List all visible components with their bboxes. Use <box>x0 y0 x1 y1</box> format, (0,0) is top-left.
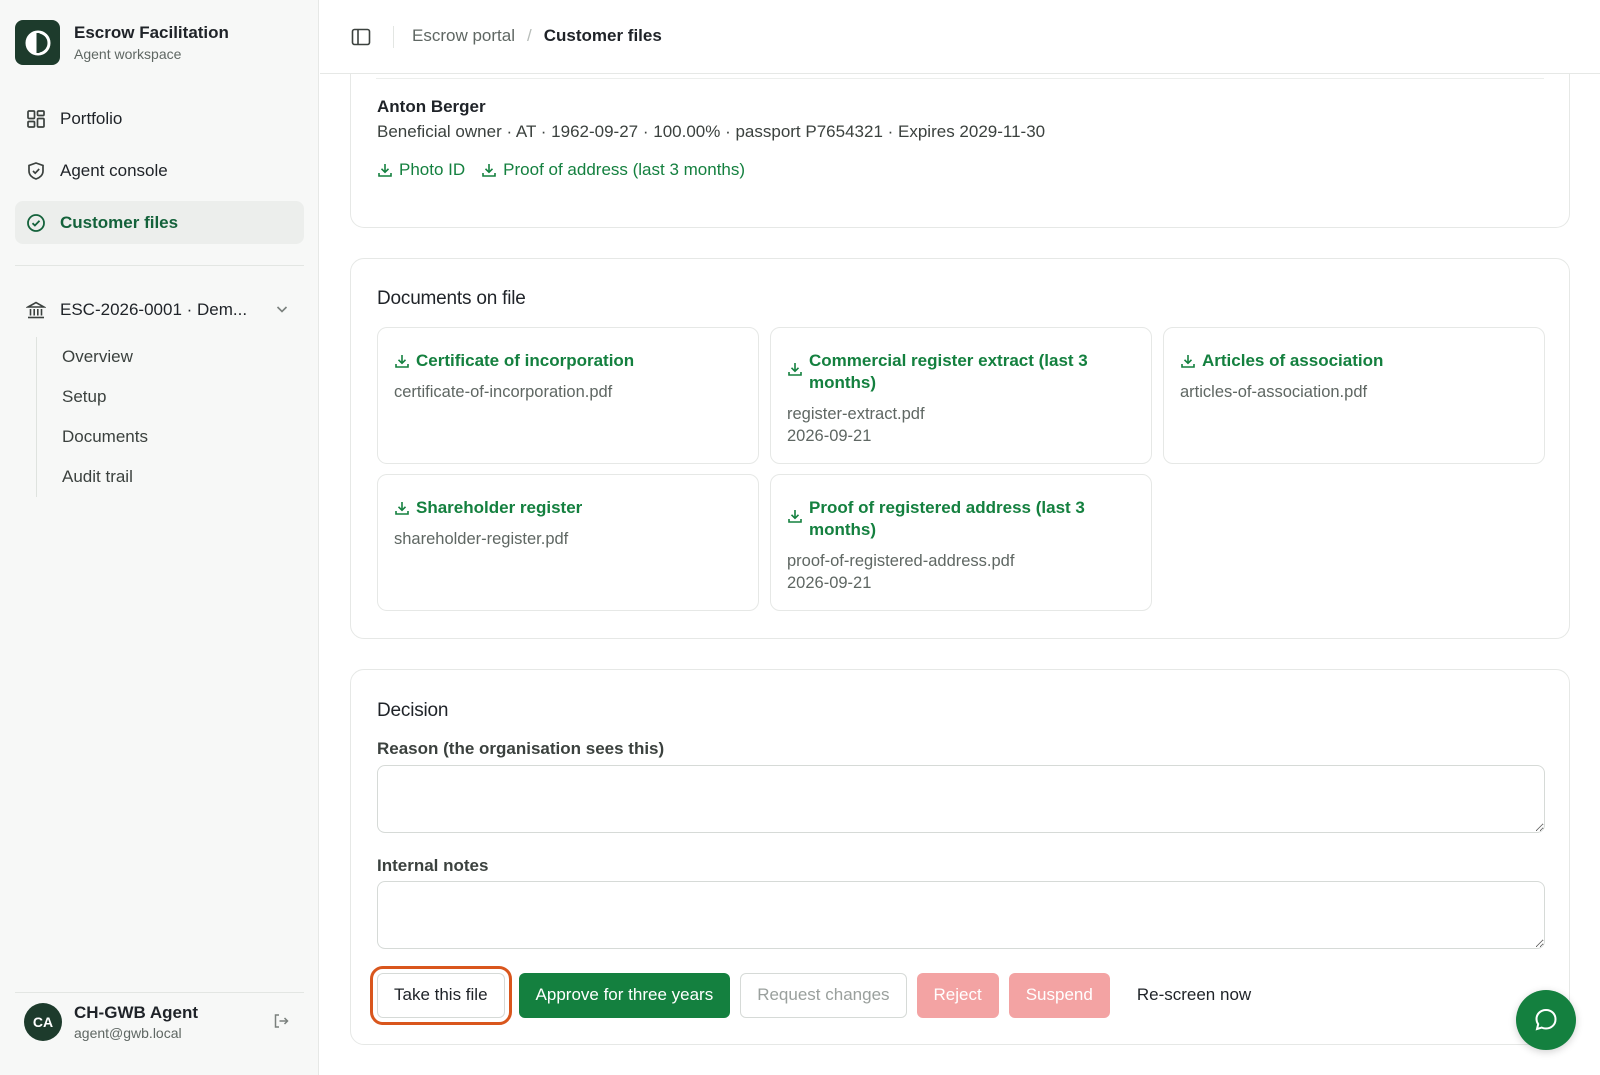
document-link[interactable]: Articles of association <box>1180 350 1528 372</box>
logout-icon[interactable] <box>272 1012 290 1035</box>
brand-title: Escrow Facilitation <box>74 23 229 42</box>
chevron-down-icon <box>274 301 290 322</box>
download-icon <box>788 510 802 523</box>
download-icon <box>395 355 409 368</box>
subnav-item-overview[interactable]: Overview <box>37 337 286 377</box>
nav-item-customer-files[interactable]: Customer files <box>15 201 304 244</box>
divider <box>393 26 394 48</box>
suspend-button[interactable]: Suspend <box>1008 972 1110 1018</box>
document-filename: proof-of-registered-address.pdf <box>787 552 1015 570</box>
sidebar-divider <box>15 265 304 266</box>
document-title: Articles of association <box>1202 351 1384 370</box>
rescreen-button[interactable]: Re-screen now <box>1120 973 1268 1018</box>
breadcrumb-separator: / <box>526 26 532 45</box>
decision-title: Decision <box>377 700 449 721</box>
user-name: CH-GWB Agent <box>74 1003 199 1022</box>
check-circle-icon <box>25 212 47 234</box>
sidebar: Escrow Facilitation Agent workspace Port… <box>0 0 319 1075</box>
nav-label: Portfolio <box>60 108 123 128</box>
brand-subtitle: Agent workspace <box>74 46 182 62</box>
document-tile: Commercial register extract (last 3 mont… <box>770 327 1152 464</box>
subnav-item-documents[interactable]: Documents <box>37 417 286 457</box>
document-title: Commercial register extract (last 3 mont… <box>809 351 1088 392</box>
download-icon <box>378 164 392 177</box>
owner-document-links: Photo ID Proof of address (last 3 months… <box>377 160 761 180</box>
document-tile: Proof of registered address (last 3 mont… <box>770 474 1152 611</box>
top-bar: Escrow portal / Customer files <box>320 0 1600 74</box>
photo-id-link[interactable]: Photo ID <box>377 160 465 180</box>
brand[interactable]: Escrow Facilitation Agent workspace <box>15 20 229 65</box>
escrow-selector[interactable]: ESC-2026-0001 · Dem... <box>15 290 304 330</box>
owner-name: Anton Berger <box>377 97 486 116</box>
user-profile[interactable]: CA CH-GWB Agent agent@gwb.local <box>15 992 304 1052</box>
document-link[interactable]: Shareholder register <box>394 497 742 519</box>
subnav-item-setup[interactable]: Setup <box>37 377 286 417</box>
logo-icon <box>25 30 50 55</box>
link-label: Photo ID <box>399 160 466 179</box>
download-icon <box>482 164 496 177</box>
documents-card: Documents on file Certificate of incorpo… <box>350 258 1570 639</box>
documents-title: Documents on file <box>377 288 526 309</box>
document-tile: Shareholder register shareholder-registe… <box>377 474 759 611</box>
proof-of-address-link[interactable]: Proof of address (last 3 months) <box>481 160 745 180</box>
chat-button[interactable] <box>1516 990 1576 1050</box>
shield-icon <box>25 160 47 182</box>
divider <box>376 78 1544 79</box>
document-link[interactable]: Commercial register extract (last 3 mont… <box>787 350 1135 394</box>
escrow-label: ESC-2026-0001 · Dem... <box>60 300 248 319</box>
document-link[interactable]: Proof of registered address (last 3 mont… <box>787 497 1135 541</box>
link-label: Proof of address (last 3 months) <box>503 160 746 179</box>
nav-label: Agent console <box>60 160 168 180</box>
brand-logo <box>15 20 60 65</box>
breadcrumb-parent[interactable]: Escrow portal <box>412 26 515 46</box>
nav-label: Customer files <box>60 212 179 232</box>
document-tile: Certificate of incorporation certificate… <box>377 327 759 464</box>
document-title: Proof of registered address (last 3 mont… <box>809 498 1085 539</box>
chat-bubble-icon <box>1535 1008 1557 1031</box>
grid-icon <box>25 108 47 130</box>
escrow-subnav: Overview Setup Documents Audit trail <box>36 337 286 497</box>
internal-notes-textarea[interactable] <box>377 881 1545 949</box>
document-filename: shareholder-register.pdf <box>394 530 569 548</box>
breadcrumb-current: Customer files <box>543 26 662 45</box>
document-link[interactable]: Certificate of incorporation <box>394 350 742 372</box>
take-file-button[interactable]: Take this file <box>370 965 512 1025</box>
document-date: 2026-09-21 <box>787 574 872 592</box>
breadcrumb: Escrow portal / Customer files <box>412 26 662 46</box>
document-tile: Articles of association articles-of-asso… <box>1163 327 1545 464</box>
decision-actions: Take this file Approve for three years R… <box>370 965 1278 1025</box>
request-changes-button[interactable]: Request changes <box>740 972 907 1018</box>
document-filename: register-extract.pdf <box>787 405 925 423</box>
reason-textarea[interactable] <box>377 765 1545 833</box>
document-filename: articles-of-association.pdf <box>1180 383 1368 401</box>
approve-button[interactable]: Approve for three years <box>518 972 731 1018</box>
avatar: CA <box>24 1003 62 1041</box>
main-nav: Portfolio Agent console Customer files <box>15 97 304 253</box>
reason-label: Reason (the organisation sees this) <box>377 739 665 758</box>
document-filename: certificate-of-incorporation.pdf <box>394 383 613 401</box>
user-email: agent@gwb.local <box>74 1025 182 1041</box>
reject-button[interactable]: Reject <box>916 972 999 1018</box>
download-icon <box>395 502 409 515</box>
internal-notes-label: Internal notes <box>377 856 489 875</box>
owner-meta: Beneficial owner · AT · 1962-09-27 · 100… <box>377 122 1046 141</box>
decision-card: Decision Reason (the organisation sees t… <box>350 669 1570 1045</box>
bank-icon <box>25 299 47 321</box>
download-icon <box>1181 355 1195 368</box>
document-title: Certificate of incorporation <box>416 351 635 370</box>
sidebar-toggle-icon[interactable] <box>350 26 372 48</box>
document-date: 2026-09-21 <box>787 427 872 445</box>
subnav-item-audit-trail[interactable]: Audit trail <box>37 457 286 497</box>
document-title: Shareholder register <box>416 498 583 517</box>
nav-item-agent-console[interactable]: Agent console <box>15 149 304 192</box>
nav-item-portfolio[interactable]: Portfolio <box>15 97 304 140</box>
download-icon <box>788 363 802 376</box>
